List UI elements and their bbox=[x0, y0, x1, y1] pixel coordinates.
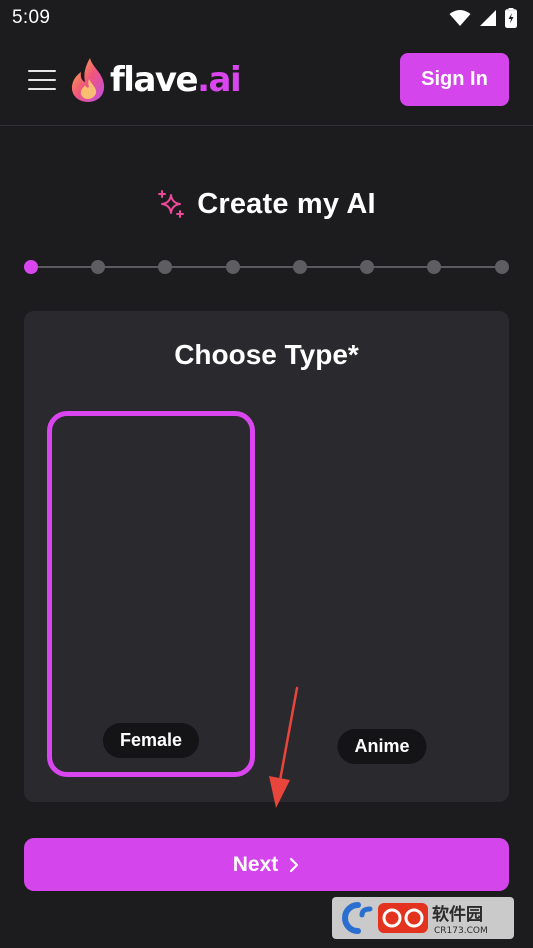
sign-in-button[interactable]: Sign In bbox=[400, 53, 509, 106]
step-dot-1 bbox=[24, 260, 38, 274]
watermark-logo: 软件园 CR173.COM bbox=[332, 897, 514, 939]
battery-charging-icon bbox=[505, 8, 517, 28]
hamburger-menu-icon[interactable] bbox=[28, 70, 56, 90]
page-title: Create my AI bbox=[0, 184, 533, 224]
annotation-arrow bbox=[269, 686, 299, 808]
logo-name: flave bbox=[110, 60, 199, 100]
step-dot-3 bbox=[158, 260, 172, 274]
watermark: 软件园 CR173.COM bbox=[332, 897, 514, 939]
watermark-chinese: 软件园 bbox=[432, 904, 483, 925]
option-label-anime: Anime bbox=[337, 729, 427, 764]
logo[interactable]: flave.ai bbox=[70, 56, 242, 104]
app-header: flave.ai Sign In bbox=[0, 36, 533, 126]
next-label: Next bbox=[232, 852, 279, 876]
step-dot-2 bbox=[91, 260, 105, 274]
status-time: 5:09 bbox=[12, 7, 51, 28]
step-dot-8 bbox=[495, 260, 509, 274]
wifi-icon bbox=[449, 10, 471, 26]
status-bar: 5:09 bbox=[0, 0, 533, 36]
next-button[interactable]: Next bbox=[24, 838, 509, 891]
flame-logo-icon bbox=[71, 58, 105, 102]
card-title: Choose Type* bbox=[174, 339, 359, 370]
step-dot-7 bbox=[427, 260, 441, 274]
chevron-right-icon bbox=[290, 857, 299, 872]
type-option-anime[interactable]: Anime bbox=[278, 411, 486, 777]
status-icons bbox=[449, 8, 517, 28]
page-title-text: Create my AI bbox=[197, 187, 376, 220]
watermark-domain: CR173.COM bbox=[434, 926, 488, 936]
option-label-female: Female bbox=[102, 723, 200, 758]
logo-tld: .ai bbox=[197, 60, 242, 100]
logo-text: flave.ai bbox=[110, 60, 242, 100]
signal-icon bbox=[480, 10, 496, 26]
sparkles-icon bbox=[158, 190, 185, 218]
step-dot-6 bbox=[360, 260, 374, 274]
step-dot-4 bbox=[226, 260, 240, 274]
type-option-female[interactable]: Female bbox=[47, 411, 255, 777]
step-dot-5 bbox=[293, 260, 307, 274]
